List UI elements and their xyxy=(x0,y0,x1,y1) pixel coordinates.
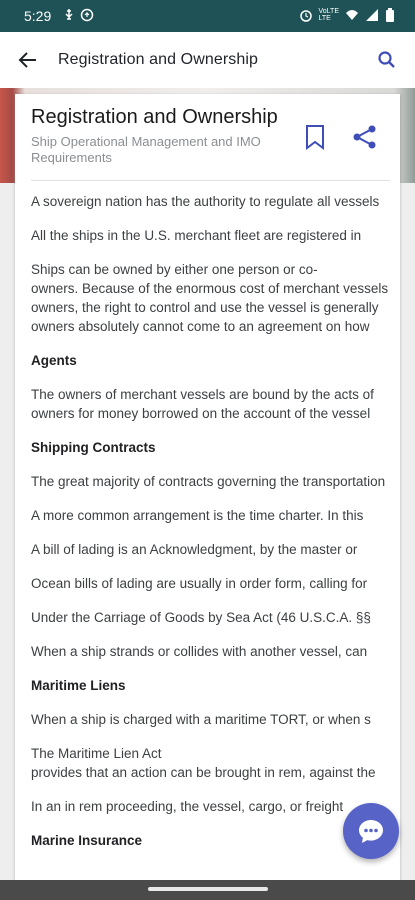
paragraph-line: A sovereign nation has the authority to … xyxy=(31,194,380,209)
divider xyxy=(31,180,390,181)
paragraph[interactable]: The great majority of contracts governin… xyxy=(31,472,400,491)
paragraph-line: owners absolutely cannot come to an agre… xyxy=(31,319,370,334)
navigation-bar xyxy=(0,880,415,900)
paragraph-line: The owners of merchant vessels are bound… xyxy=(31,387,374,402)
status-time: 5:29 xyxy=(24,8,52,24)
article-card: Registration and Ownership Ship Operatio… xyxy=(15,94,400,880)
volte-icon: VoLTE LTE xyxy=(319,8,340,22)
paragraph[interactable]: The Maritime Lien Act provides that an ac… xyxy=(31,744,400,782)
paragraph[interactable]: All the ships in the U.S. merchant fleet… xyxy=(31,226,400,245)
paragraph[interactable]: A more common arrangement is the time ch… xyxy=(31,506,400,525)
article-body: A sovereign nation has the authority to … xyxy=(31,192,400,865)
paragraph[interactable]: A sovereign nation has the authority to … xyxy=(31,192,400,211)
lte-label: LTE xyxy=(318,15,331,22)
article-subtitle: Ship Operational Management and IMO Requ… xyxy=(31,134,261,165)
share-icon[interactable] xyxy=(352,124,378,150)
app-bar-title: Registration and Ownership xyxy=(58,51,259,68)
paragraph-line: All the ships in the U.S. merchant fleet… xyxy=(31,228,362,243)
chat-icon xyxy=(359,820,383,843)
chat-button[interactable] xyxy=(343,803,399,859)
paragraph-line: The great majority of contracts governin… xyxy=(31,474,386,489)
usb-icon xyxy=(62,8,76,22)
arrow-back-icon[interactable] xyxy=(16,48,40,72)
paragraph[interactable]: Ocean bills of lading are usually in ord… xyxy=(31,574,400,593)
volte-label: VoLTE xyxy=(318,8,340,15)
paragraph-line: A more common arrangement is the time ch… xyxy=(31,508,364,523)
section-heading: Maritime Liens xyxy=(31,678,126,693)
paragraph[interactable]: Under the Carriage of Goods by Sea Act (… xyxy=(31,608,400,627)
paragraph-line: Under the Carriage of Goods by Sea Act (… xyxy=(31,610,371,625)
paragraph-line: Ships can be owned by either one person … xyxy=(31,262,318,277)
paragraph[interactable]: A bill of lading is an Acknowledgment, b… xyxy=(31,540,400,559)
paragraph[interactable]: Ships can be owned by either one person … xyxy=(31,260,400,336)
alarm-icon xyxy=(299,8,313,22)
paragraph-line: The Maritime Lien Act xyxy=(31,746,162,761)
section-heading: Agents xyxy=(31,353,77,368)
paragraph[interactable]: The owners of merchant vessels are bound… xyxy=(31,385,400,423)
search-icon[interactable] xyxy=(377,50,397,70)
paragraph[interactable]: When a ship is charged with a maritime T… xyxy=(31,710,400,729)
paragraph-line: A bill of lading is an Acknowledgment, b… xyxy=(31,542,358,557)
bookmark-icon[interactable] xyxy=(303,124,327,150)
signal-icon xyxy=(365,8,379,22)
battery-icon xyxy=(385,8,399,22)
paragraph-line: Ocean bills of lading are usually in ord… xyxy=(31,576,368,591)
paragraph[interactable]: In an in rem proceeding, the vessel, car… xyxy=(31,797,400,816)
paragraph-line: provides that an action can be brought i… xyxy=(31,765,376,780)
home-handle[interactable] xyxy=(148,887,268,891)
paragraph[interactable]: When a ship strands or collides with ano… xyxy=(31,642,400,661)
wifi-icon xyxy=(345,8,359,22)
status-bar: 5:29 VoLTE LTE xyxy=(0,0,415,32)
section-heading: Shipping Contracts xyxy=(31,440,156,455)
article-title: Registration and Ownership xyxy=(31,106,278,128)
paragraph-line: When a ship strands or collides with ano… xyxy=(31,644,368,659)
paragraph-line: owners, the right to control and use the… xyxy=(31,300,379,315)
paragraph-line: When a ship is charged with a maritime T… xyxy=(31,712,371,727)
paragraph-line: owners. Because of the enormous cost of … xyxy=(31,281,389,296)
paragraph-line: In an in rem proceeding, the vessel, car… xyxy=(31,799,344,814)
app-bar: Registration and Ownership xyxy=(0,32,415,88)
sync-icon xyxy=(80,8,94,22)
paragraph-line: owners for money borrowed on the account… xyxy=(31,406,371,421)
